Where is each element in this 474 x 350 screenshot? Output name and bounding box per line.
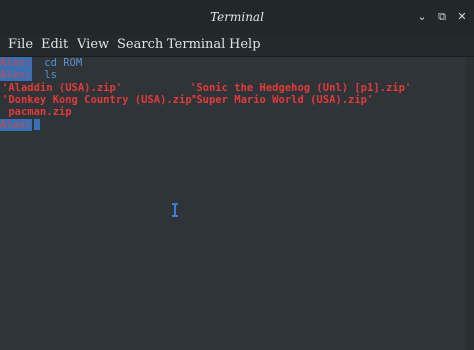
menu-edit[interactable]: Edit	[41, 34, 68, 56]
menu-search[interactable]: Search	[117, 34, 163, 56]
menu-bar: File Edit View Search Terminal Help	[0, 34, 474, 57]
file-entry: 'Super Mario World (USA).zip'	[190, 94, 374, 106]
prompt: Alex:	[0, 69, 32, 81]
title-bar[interactable]: Terminal ⌄ ⧉ ✕	[0, 0, 474, 34]
terminal-output[interactable]: Alex: cd ROM Alex: ls 'Aladdin (USA).zip…	[0, 57, 466, 350]
file-entry: pacman.zip	[2, 106, 72, 118]
command-text: cd ROM	[44, 57, 83, 69]
terminal-line: Alex: cd ROM	[0, 57, 82, 69]
menu-file[interactable]: File	[8, 34, 33, 56]
command-text: ls	[44, 69, 57, 81]
file-entry: 'Sonic the Hedgehog (Unl) [p1].zip'	[190, 82, 412, 94]
scrollbar[interactable]	[466, 57, 474, 350]
terminal-window: Terminal ⌄ ⧉ ✕ File Edit View Search Ter…	[0, 0, 474, 350]
close-icon[interactable]: ✕	[454, 9, 470, 25]
menu-view[interactable]: View	[77, 34, 109, 56]
minimize-icon[interactable]: ⌄	[414, 9, 430, 25]
terminal-line: Alex: ls	[0, 69, 57, 81]
window-title: Terminal	[210, 10, 264, 24]
menu-help[interactable]: Help	[229, 34, 261, 56]
ibeam-cursor-icon	[172, 203, 178, 217]
file-entry: 'Aladdin (USA).zip'	[2, 82, 123, 94]
text-cursor	[33, 119, 40, 130]
restore-icon[interactable]: ⧉	[434, 9, 450, 25]
prompt: Alex:	[0, 119, 32, 131]
file-entry: 'Donkey Kong Country (USA).zip'	[2, 94, 198, 106]
menu-terminal[interactable]: Terminal	[167, 34, 225, 56]
terminal-line: Alex:	[0, 119, 40, 131]
prompt: Alex:	[0, 57, 32, 69]
